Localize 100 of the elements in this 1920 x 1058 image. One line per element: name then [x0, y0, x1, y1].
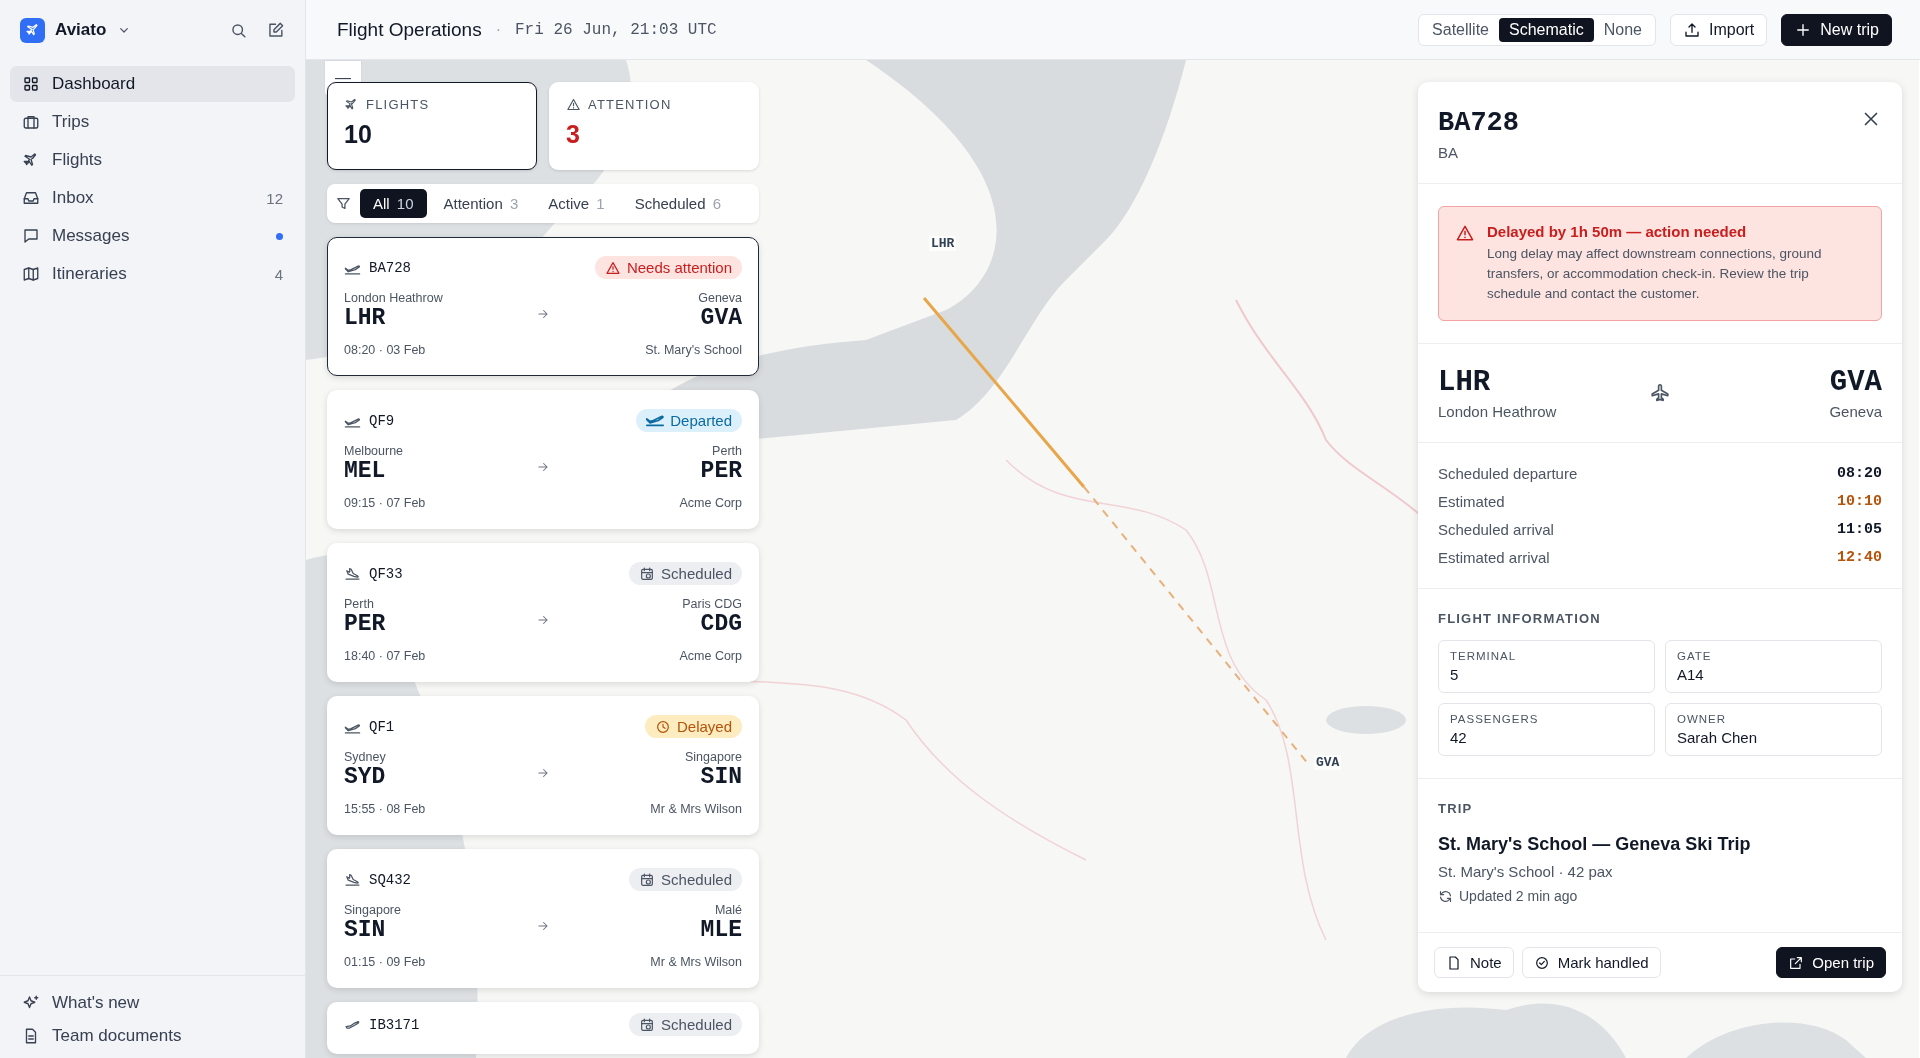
origin-city: Singapore — [344, 903, 402, 917]
sidebar-item[interactable]: Trips — [10, 104, 295, 140]
info-value: Sarah Chen — [1677, 729, 1759, 746]
chat-icon — [22, 227, 40, 245]
filter-tab[interactable]: All 10 — [360, 189, 427, 218]
filter-tab[interactable]: Attention 3 — [430, 189, 532, 218]
map-mode-option[interactable]: None — [1593, 17, 1652, 42]
destination-city: Perth — [711, 444, 742, 458]
destination-city: Malé — [713, 903, 742, 917]
origin-code: LHR — [1438, 366, 1492, 399]
note-button[interactable]: Note — [1434, 947, 1514, 978]
map-icon — [22, 265, 40, 283]
section-heading: FLIGHT INFORMATION — [1438, 611, 1602, 626]
stat-value: 10 — [344, 120, 373, 149]
refresh-icon — [1438, 888, 1453, 904]
time-label: Scheduled arrival — [1438, 521, 1554, 538]
destination-code: MLE — [699, 917, 742, 943]
origin-code: MEL — [344, 458, 387, 484]
time-label: Estimated — [1438, 493, 1505, 510]
new-trip-button[interactable]: New trip — [1781, 13, 1892, 46]
page-title: Flight Operations — [337, 18, 482, 41]
destination-city: Geneva — [1828, 403, 1882, 420]
trip-name[interactable]: St. Mary's School — Geneva Ski Trip — [1438, 834, 1882, 855]
origin-city: Perth — [344, 597, 375, 611]
flight-card[interactable]: SQ432 Scheduled Singapore SIN Malé MLE 01:15 · 09 Feb Mr & Mrs Wilson — [327, 849, 759, 988]
airport-marker: LHR — [929, 236, 957, 251]
plane-icon — [344, 97, 359, 112]
stat-card[interactable]: FLIGHTS 10 — [327, 82, 537, 170]
sidebar-label: Dashboard — [52, 74, 137, 94]
warning-icon — [604, 259, 621, 276]
customer-name: Mr & Mrs Wilson — [650, 802, 742, 816]
time-value: 11:05 — [1837, 521, 1882, 538]
flight-card[interactable]: QF1 Delayed Sydney SYD Singapore SIN 15:55 · 08 Feb Mr & Mrs Wilson — [327, 696, 759, 835]
customer-name: Acme Corp — [679, 649, 742, 663]
mark-handled-button[interactable]: Mark handled — [1521, 947, 1661, 978]
sidebar-item[interactable]: Itineraries 4 — [10, 256, 295, 292]
stat-value: 3 — [566, 120, 581, 149]
destination-city: Paris CDG — [681, 597, 742, 611]
workspace-name[interactable]: Aviato — [55, 20, 107, 40]
flight-number: QF1 — [369, 718, 395, 735]
flight-card[interactable]: QF33 Scheduled Perth PER Paris CDG CDG 18:40 · 07 Feb Acme Corp — [327, 543, 759, 682]
document-icon — [1446, 954, 1462, 971]
origin-city: Sydney — [344, 750, 387, 764]
status-badge: Scheduled — [629, 868, 742, 891]
filter-tab[interactable]: Scheduled 6 — [621, 189, 735, 218]
time-value: 10:10 — [1837, 493, 1882, 510]
destination-code: GVA — [699, 305, 742, 331]
arrow-right-icon — [536, 613, 550, 627]
flight-number: BA728 — [369, 259, 411, 276]
sidebar-item[interactable]: Inbox 12 — [10, 180, 295, 216]
external-link-icon — [1788, 954, 1805, 971]
origin-code: PER — [344, 611, 387, 637]
takeoff-icon — [646, 414, 665, 427]
origin-city: London Heathrow — [1438, 403, 1558, 420]
sidebar-link[interactable]: What's new — [52, 992, 283, 1013]
destination-code: CDG — [699, 611, 742, 637]
destination-code: SIN — [699, 764, 742, 790]
flight-card[interactable]: BA728 Needs attention London Heathrow LHR Geneva GVA 08:20 · 03 Feb St. Mary's School — [327, 237, 759, 376]
stat-card[interactable]: ATTENTION 3 — [549, 82, 759, 170]
calendar-icon — [639, 565, 656, 582]
flight-card[interactable]: QF9 Departed Melbourne MEL Perth PER 09:15 · 07 Feb Acme Corp — [327, 390, 759, 529]
departure-time: 08:20 · 03 Feb — [344, 343, 426, 357]
updated-time: Updated 2 min ago — [1459, 888, 1578, 904]
sidebar-label: Inbox — [52, 188, 95, 208]
current-time: Fri 26 Jun, 21:03 UTC — [515, 20, 717, 39]
filter-tab[interactable]: Active 1 — [535, 189, 618, 218]
map-mode-option[interactable]: Satellite — [1422, 17, 1499, 42]
origin-code: SIN — [344, 917, 387, 943]
flight-number: SQ432 — [369, 871, 411, 888]
customer-name: Mr & Mrs Wilson — [650, 955, 742, 969]
status-badge: Scheduled — [629, 562, 742, 585]
compose-icon — [266, 20, 285, 40]
time-value: 12:40 — [1837, 549, 1882, 566]
open-trip-button[interactable]: Open trip — [1776, 947, 1886, 978]
info-value: 5 — [1450, 666, 1460, 683]
sidebar-item[interactable]: Flights — [10, 142, 295, 178]
status-badge: Departed — [636, 409, 742, 432]
flight-number: IB3171 — [369, 1016, 420, 1033]
sidebar-label: Trips — [52, 112, 91, 132]
origin-city: London Heathrow — [344, 291, 444, 305]
sidebar-item[interactable]: Messages — [10, 218, 295, 254]
sidebar-item[interactable]: Dashboard — [10, 66, 295, 102]
section-heading: TRIP — [1438, 801, 1474, 816]
flight-number: BA728 — [1438, 108, 1519, 138]
info-label: PASSENGERS — [1450, 713, 1540, 725]
sidebar-label: Itineraries — [52, 264, 128, 284]
sidebar-link[interactable]: Team documents — [52, 1025, 283, 1046]
separator-dot: · — [495, 20, 501, 39]
info-value: 42 — [1450, 729, 1468, 746]
import-button[interactable]: Import — [1669, 13, 1768, 46]
departure-time: 15:55 · 08 Feb — [344, 802, 426, 816]
airport-marker: GVA — [1314, 755, 1342, 770]
departure-time: 01:15 · 09 Feb — [344, 955, 426, 969]
map-mode-option[interactable]: Schematic — [1499, 17, 1594, 42]
app-logo-icon[interactable] — [20, 17, 45, 43]
flight-number: QF9 — [369, 412, 395, 429]
flight-card[interactable]: IB3171 Scheduled — [327, 1002, 759, 1054]
arrow-right-icon — [536, 307, 550, 321]
info-label: TERMINAL — [1450, 650, 1518, 662]
warning-icon — [1455, 223, 1475, 243]
